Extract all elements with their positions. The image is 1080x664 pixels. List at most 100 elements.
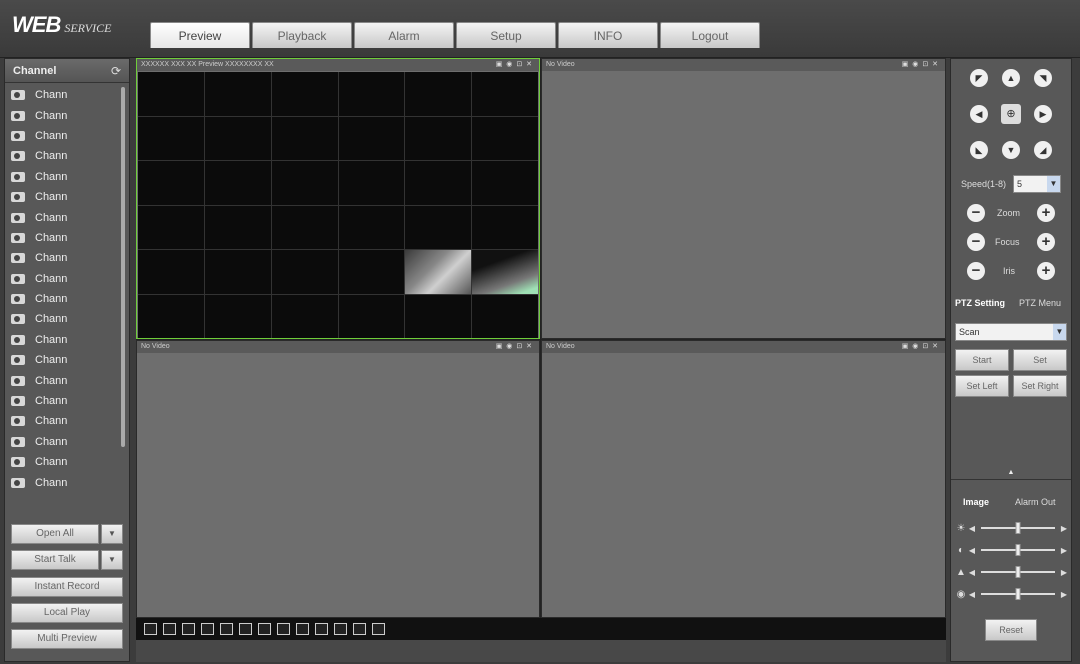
zoom-out-icon[interactable]: − — [967, 204, 985, 222]
camera-tile[interactable] — [271, 116, 338, 160]
camera-tile[interactable] — [405, 294, 472, 338]
channel-item[interactable]: Chann — [5, 248, 117, 268]
channel-item[interactable]: Chann — [5, 269, 117, 289]
camera-tile[interactable] — [138, 205, 204, 249]
set-left-button[interactable]: Set Left — [955, 375, 1009, 397]
video-pane-3[interactable]: No Video ▣ ◉ ⊡ ✕ — [136, 340, 540, 618]
channel-item[interactable]: Chann — [5, 350, 117, 370]
fullscreen-icon[interactable] — [353, 623, 366, 635]
camera-tile[interactable] — [338, 72, 405, 116]
channel-item[interactable]: Chann — [5, 146, 117, 166]
layout-64-icon[interactable] — [334, 623, 347, 635]
camera-tile[interactable] — [138, 161, 204, 205]
camera-tile[interactable] — [204, 161, 271, 205]
camera-tile[interactable] — [405, 161, 472, 205]
channel-item[interactable]: Chann — [5, 411, 117, 431]
open-all-button[interactable]: Open All — [11, 524, 99, 544]
layout-16-icon[interactable] — [258, 623, 271, 635]
tab-ptz-setting[interactable]: PTZ Setting — [955, 298, 1005, 308]
ptz-down-right-icon[interactable]: ◢ — [1034, 141, 1052, 159]
instant-record-button[interactable]: Instant Record — [11, 577, 123, 597]
brightness-slider[interactable]: ☀ ◀ ▶ — [955, 521, 1069, 535]
ptz-down-left-icon[interactable]: ◣ — [970, 141, 988, 159]
decrease-icon[interactable]: ◀ — [967, 546, 977, 555]
tab-ptz-menu[interactable]: PTZ Menu — [1019, 298, 1061, 308]
tab-alarm-out[interactable]: Alarm Out — [1015, 497, 1056, 507]
camera-tile[interactable] — [472, 250, 538, 294]
set-right-button[interactable]: Set Right — [1013, 375, 1067, 397]
camera-tile[interactable] — [271, 161, 338, 205]
decrease-icon[interactable]: ◀ — [967, 590, 977, 599]
slider-track[interactable] — [981, 588, 1055, 600]
camera-tile[interactable] — [204, 205, 271, 249]
focus-far-icon[interactable]: + — [1037, 233, 1055, 251]
camera-tile[interactable] — [271, 205, 338, 249]
slider-track[interactable] — [981, 566, 1055, 578]
slider-track[interactable] — [981, 522, 1055, 534]
increase-icon[interactable]: ▶ — [1059, 568, 1069, 577]
ptz-right-icon[interactable]: ▶ — [1034, 105, 1052, 123]
ptz-up-right-icon[interactable]: ◥ — [1034, 69, 1052, 87]
collapse-icon[interactable]: ▲ — [951, 469, 1071, 477]
layout-36-icon[interactable] — [315, 623, 328, 635]
camera-tile[interactable] — [271, 250, 338, 294]
open-all-dropdown-icon[interactable]: ▼ — [101, 524, 123, 544]
zoom-in-icon[interactable]: + — [1037, 204, 1055, 222]
camera-tile[interactable] — [405, 205, 472, 249]
ptz-up-icon[interactable]: ▲ — [1002, 69, 1020, 87]
channel-item[interactable]: Chann — [5, 432, 117, 452]
tab-alarm[interactable]: Alarm — [354, 22, 454, 48]
tab-preview[interactable]: Preview — [150, 22, 250, 48]
multi-preview-button[interactable]: Multi Preview — [11, 629, 123, 649]
camera-tile[interactable] — [338, 205, 405, 249]
channel-item[interactable]: Chann — [5, 167, 117, 187]
camera-tile[interactable] — [338, 294, 405, 338]
layout-9-icon[interactable] — [220, 623, 233, 635]
camera-tile[interactable] — [472, 116, 538, 160]
layout-4-icon[interactable] — [163, 623, 176, 635]
layout-8-icon[interactable] — [201, 623, 214, 635]
focus-near-icon[interactable]: − — [967, 233, 985, 251]
layout-1-icon[interactable] — [144, 623, 157, 635]
camera-tile[interactable] — [271, 294, 338, 338]
camera-tile[interactable] — [338, 161, 405, 205]
camera-tile[interactable] — [472, 161, 538, 205]
slider-track[interactable] — [981, 544, 1055, 556]
increase-icon[interactable]: ▶ — [1059, 546, 1069, 555]
video-pane-2[interactable]: No Video ▣ ◉ ⊡ ✕ — [541, 58, 946, 339]
ptz-center-icon[interactable]: ⊕ — [1001, 104, 1021, 124]
video-pane-4[interactable]: No Video ▣ ◉ ⊡ ✕ — [541, 340, 946, 618]
camera-tile[interactable] — [138, 72, 204, 116]
start-button[interactable]: Start — [955, 349, 1009, 371]
ptz-mode-select[interactable]: Scan ▼ — [955, 323, 1067, 341]
reset-button[interactable]: Reset — [985, 619, 1037, 641]
slider-thumb[interactable] — [1015, 588, 1021, 600]
tab-logout[interactable]: Logout — [660, 22, 760, 48]
start-talk-dropdown-icon[interactable]: ▼ — [101, 550, 123, 570]
camera-tile[interactable] — [204, 294, 271, 338]
pane-controls-icon[interactable]: ▣ ◉ ⊡ ✕ — [496, 341, 533, 353]
layout-13-icon[interactable] — [239, 623, 252, 635]
channel-item[interactable]: Chann — [5, 391, 117, 411]
iris-open-icon[interactable]: + — [1037, 262, 1055, 280]
speed-select[interactable]: 5 ▼ — [1013, 175, 1061, 193]
camera-tile[interactable] — [138, 294, 204, 338]
channel-item[interactable]: Chann — [5, 370, 117, 390]
camera-tile[interactable] — [138, 250, 204, 294]
video-pane-1[interactable]: XXXXXX XXX XX Preview XXXXXXXX XX ▣ ◉ ⊡ ✕ — [136, 58, 540, 339]
camera-tile[interactable] — [405, 250, 472, 294]
channel-item[interactable]: Chann — [5, 85, 117, 105]
ptz-down-icon[interactable]: ▼ — [1002, 141, 1020, 159]
camera-tile[interactable] — [204, 72, 271, 116]
start-talk-button[interactable]: Start Talk — [11, 550, 99, 570]
camera-tile[interactable] — [472, 294, 538, 338]
channel-item[interactable]: Chann — [5, 289, 117, 309]
camera-tile[interactable] — [204, 116, 271, 160]
saturation-slider[interactable]: ▲ ◀ ▶ — [955, 565, 1069, 579]
ptz-up-left-icon[interactable]: ◤ — [970, 69, 988, 87]
slider-thumb[interactable] — [1015, 522, 1021, 534]
pane-controls-icon[interactable]: ▣ ◉ ⊡ ✕ — [496, 59, 533, 71]
iris-close-icon[interactable]: − — [967, 262, 985, 280]
camera-tile[interactable] — [204, 250, 271, 294]
channel-scrollbar[interactable] — [121, 87, 125, 447]
